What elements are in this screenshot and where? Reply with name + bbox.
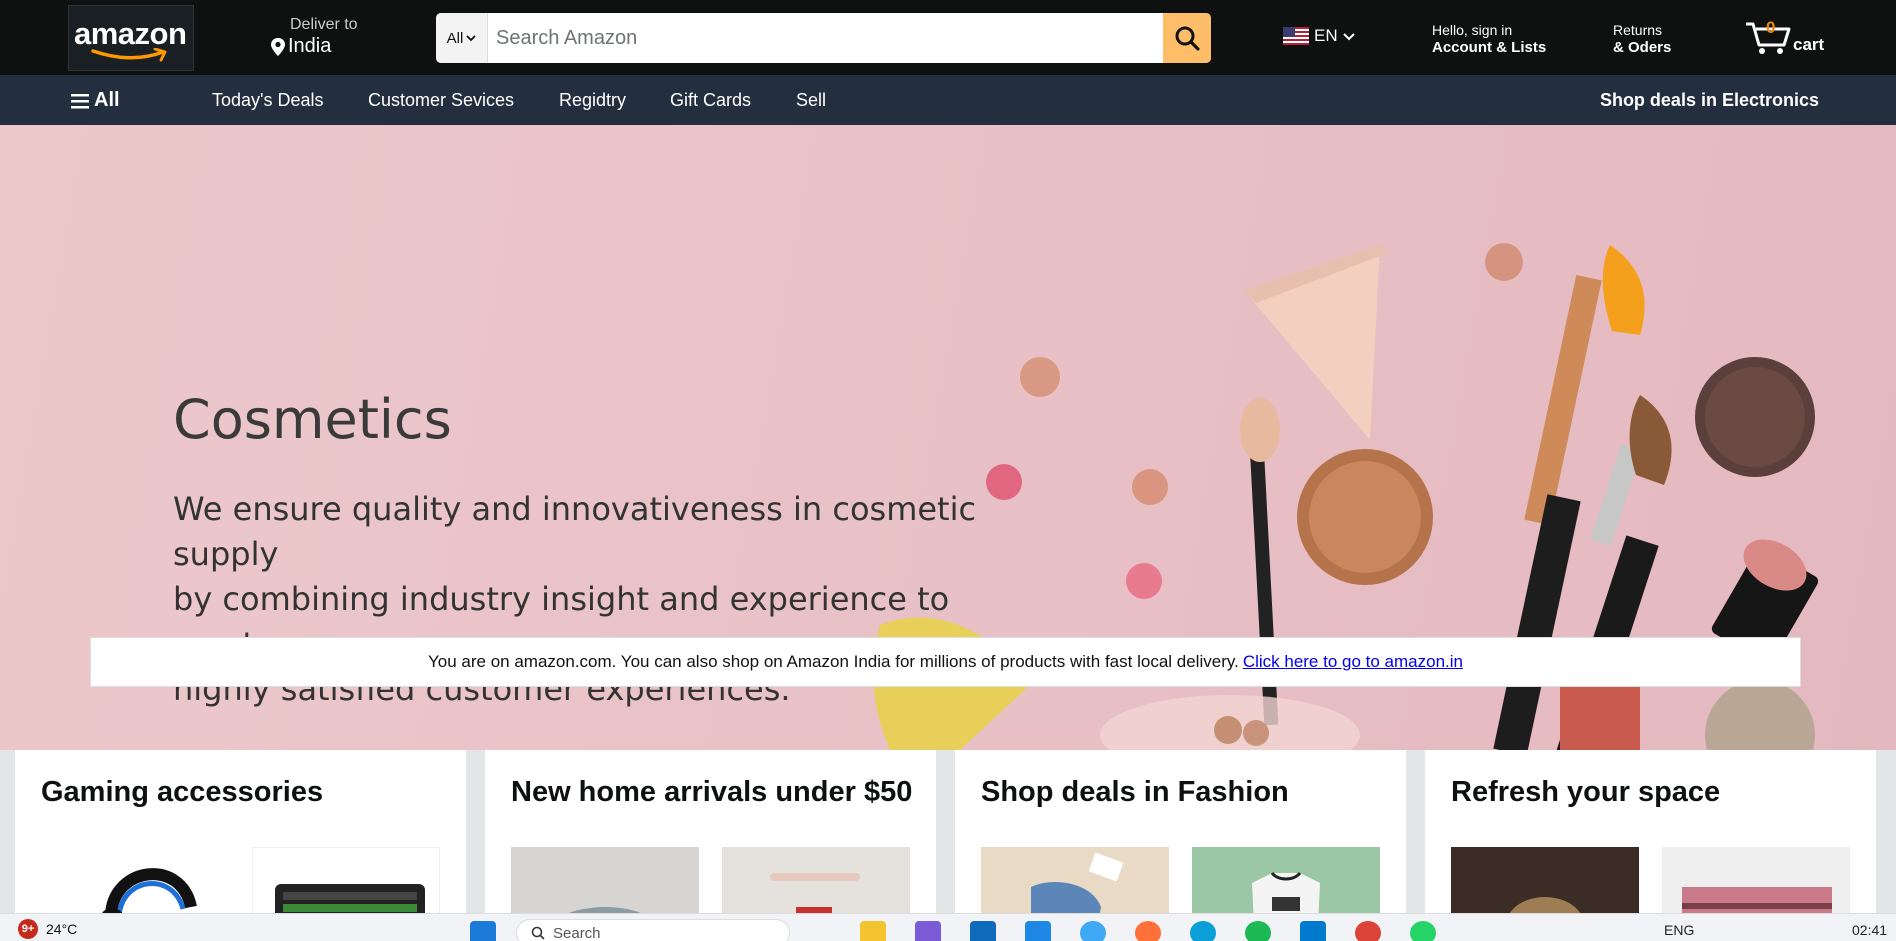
returns-line1: Returns (1613, 22, 1663, 38)
copilot-icon[interactable] (915, 921, 941, 941)
all-menu-button[interactable]: All (71, 89, 120, 112)
language-selector[interactable]: EN (1283, 26, 1355, 46)
hero-title: Cosmetics (173, 388, 452, 451)
deliver-location: India (288, 35, 332, 57)
chevron-down-icon (1342, 32, 1355, 40)
card-title: Refresh your space (1451, 776, 1721, 808)
weather-app-icon[interactable] (1080, 921, 1106, 941)
cart-label: cart (1793, 35, 1825, 54)
account-lists[interactable]: Hello, sign in Account & Lists (1432, 22, 1546, 56)
store-icon[interactable] (970, 921, 996, 941)
nav-todays-deals[interactable]: Today's Deals (212, 90, 324, 111)
returns-line2: & Oders (1613, 39, 1672, 56)
firefox-icon[interactable] (1135, 921, 1161, 941)
notice-link[interactable]: Click here to go to amazon.in (1243, 652, 1463, 672)
nav-customer-service[interactable]: Customer Sevices (368, 90, 514, 111)
language-label: EN (1314, 26, 1338, 45)
search-icon (1175, 26, 1200, 51)
card-title: Shop deals in Fashion (981, 776, 1289, 808)
all-menu-label: All (94, 89, 120, 111)
input-language[interactable]: ENG (1664, 922, 1694, 938)
top-navbar: amazon Deliver to India All Search Amazo… (0, 0, 1896, 75)
hero-line-1: We ensure quality and innovativeness in … (173, 490, 977, 573)
notification-badge: 9+ (18, 919, 38, 939)
account-greeting: Hello, sign in (1432, 22, 1513, 38)
returns-orders[interactable]: Returns & Oders (1613, 22, 1671, 56)
windows-start-icon[interactable] (470, 921, 496, 941)
chevron-down-icon (466, 35, 476, 42)
paytm-icon[interactable] (1025, 921, 1051, 941)
logo-smile-icon (91, 48, 167, 62)
clock[interactable]: 02:41 (1852, 922, 1887, 938)
hero-banner: Cosmetics We ensure quality and innovati… (0, 125, 1896, 750)
edge-icon[interactable] (1190, 921, 1216, 941)
chrome-icon[interactable] (1355, 921, 1381, 941)
vscode-icon[interactable] (1300, 921, 1326, 941)
whatsapp-icon[interactable] (1410, 921, 1436, 941)
os-taskbar: 9+ 24°C Search ENG 02:41 (0, 913, 1896, 941)
nav-sell[interactable]: Sell (796, 90, 826, 111)
search-category-select[interactable]: All (436, 13, 488, 63)
card-title: New home arrivals under $50 (511, 776, 913, 808)
nav-gift-cards[interactable]: Gift Cards (670, 90, 751, 111)
location-pin-icon (271, 37, 285, 56)
account-label: Account & Lists (1432, 39, 1547, 56)
search-icon (531, 926, 545, 940)
search-category-label: All (446, 29, 464, 47)
region-notice: You are on amazon.com. You can also shop… (90, 637, 1801, 687)
amazon-logo[interactable]: amazon (68, 5, 194, 71)
cart-count: 0 (1766, 18, 1776, 37)
spotify-icon[interactable] (1245, 921, 1271, 941)
nav-shop-deals-electronics[interactable]: Shop deals in Electronics (1600, 90, 1819, 111)
deliver-location-row: India (270, 35, 331, 58)
cart-button[interactable]: 0 cart (1744, 18, 1824, 61)
deliver-label: Deliver to (290, 16, 358, 33)
search-input[interactable] (488, 13, 1163, 63)
search-button[interactable] (1163, 13, 1211, 63)
secondary-navbar: All Today's Deals Customer Sevices Regid… (0, 75, 1896, 125)
us-flag-icon (1283, 27, 1309, 45)
hamburger-menu-icon (71, 93, 89, 108)
weather-widget[interactable]: 9+ 24°C (18, 919, 77, 939)
search-bar: All (436, 13, 1211, 63)
temperature: 24°C (46, 921, 78, 937)
taskbar-search[interactable]: Search (516, 919, 790, 941)
card-title: Gaming accessories (41, 776, 324, 808)
notice-text: You are on amazon.com. You can also shop… (428, 652, 1239, 671)
nav-registry[interactable]: Regidtry (559, 90, 626, 111)
logo-text: amazon (74, 16, 187, 51)
file-explorer-icon[interactable] (860, 921, 886, 941)
taskbar-search-label: Search (553, 924, 601, 941)
